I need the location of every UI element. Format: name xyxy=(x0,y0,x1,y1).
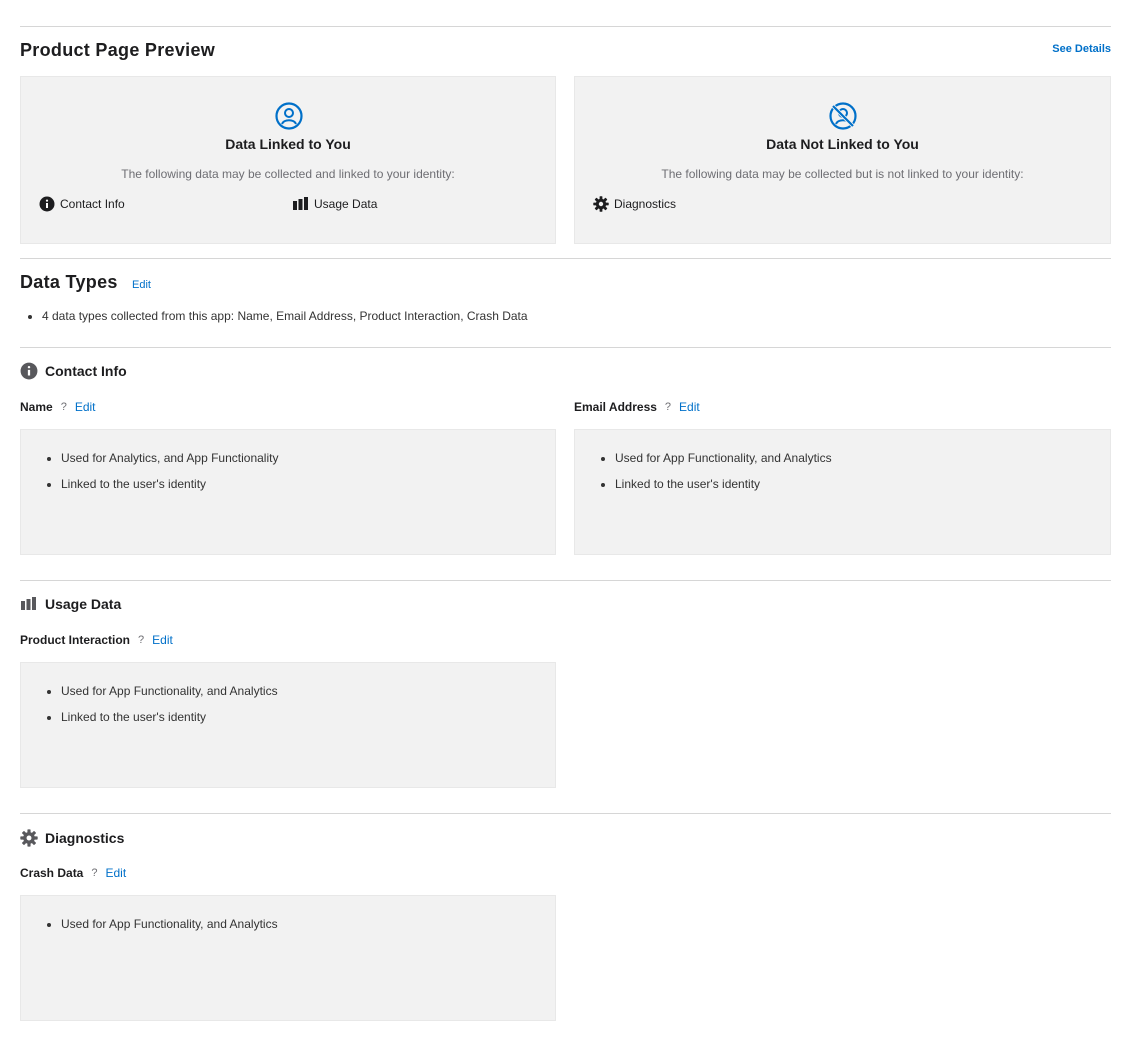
usage-item: Used for App Functionality, and Analytic… xyxy=(61,917,555,931)
field-label-name: Name xyxy=(20,400,53,414)
help-icon[interactable]: ? xyxy=(138,634,144,646)
email-edit-link[interactable]: Edit xyxy=(679,400,700,414)
data-types-edit-link[interactable]: Edit xyxy=(132,279,151,291)
see-details-link[interactable]: See Details xyxy=(1052,43,1111,55)
divider xyxy=(20,580,1111,581)
divider xyxy=(20,813,1111,814)
section-contact-info: Contact Info xyxy=(20,362,127,380)
bar-chart-icon xyxy=(293,197,308,210)
data-linked-description: The following data may be collected and … xyxy=(121,167,455,181)
section-usage-data: Usage Data xyxy=(20,596,121,612)
crash-data-usage-panel: Used for App Functionality, and Analytic… xyxy=(20,895,556,1021)
section-title: Diagnostics xyxy=(45,830,125,846)
data-types-title: Data Types xyxy=(20,272,118,292)
not-linked-category-label: Diagnostics xyxy=(614,197,677,211)
linked-category-label: Contact Info xyxy=(60,197,125,211)
info-circle-icon xyxy=(20,362,38,380)
gear-icon xyxy=(20,829,38,847)
field-name-label: Name ? Edit xyxy=(20,400,96,414)
divider xyxy=(20,258,1111,259)
product-interaction-usage-panel: Used for App Functionality, and Analytic… xyxy=(20,662,556,788)
field-email-label: Email Address ? Edit xyxy=(574,400,700,414)
usage-item: Used for App Functionality, and Analytic… xyxy=(61,684,555,698)
info-circle-icon xyxy=(39,196,55,212)
usage-item: Linked to the user's identity xyxy=(615,477,1110,491)
bar-chart-icon xyxy=(21,597,36,610)
page-title: Product Page Preview xyxy=(20,40,216,60)
crash-data-edit-link[interactable]: Edit xyxy=(105,866,126,880)
help-icon[interactable]: ? xyxy=(91,867,97,879)
data-not-linked-description: The following data may be collected but … xyxy=(661,167,1024,181)
field-label-name: Product Interaction xyxy=(20,633,131,647)
data-linked-panel: Data Linked to You The following data ma… xyxy=(20,76,556,244)
usage-item: Used for Analytics, and App Functionalit… xyxy=(61,451,555,465)
gear-icon xyxy=(593,196,609,212)
help-icon[interactable]: ? xyxy=(665,401,671,413)
field-crash-data-label: Crash Data ? Edit xyxy=(20,866,126,880)
usage-item: Linked to the user's identity xyxy=(61,710,555,724)
help-icon[interactable]: ? xyxy=(61,401,67,413)
linked-category-usage-data: Usage Data xyxy=(293,197,377,211)
data-linked-title: Data Linked to You xyxy=(225,136,351,152)
field-product-interaction-label: Product Interaction ? Edit xyxy=(20,633,173,647)
person-circle-icon xyxy=(275,102,303,130)
divider xyxy=(20,347,1111,348)
not-linked-category-diagnostics: Diagnostics xyxy=(593,196,676,212)
usage-item: Used for App Functionality, and Analytic… xyxy=(615,451,1110,465)
product-interaction-edit-link[interactable]: Edit xyxy=(152,633,173,647)
name-edit-link[interactable]: Edit xyxy=(75,400,96,414)
top-divider xyxy=(20,26,1111,27)
field-label-name: Email Address xyxy=(574,400,657,414)
section-title: Contact Info xyxy=(45,363,127,379)
section-diagnostics: Diagnostics xyxy=(20,829,124,847)
section-title: Usage Data xyxy=(45,596,122,612)
linked-category-contact-info: Contact Info xyxy=(39,196,125,212)
data-not-linked-title: Data Not Linked to You xyxy=(766,136,919,152)
name-usage-panel: Used for Analytics, and App Functionalit… xyxy=(20,429,556,555)
linked-category-label: Usage Data xyxy=(314,197,378,211)
field-label-name: Crash Data xyxy=(20,866,84,880)
data-not-linked-panel: Data Not Linked to You The following dat… xyxy=(574,76,1111,244)
data-types-summary-item: 4 data types collected from this app: Na… xyxy=(42,309,528,323)
data-types-summary: 4 data types collected from this app: Na… xyxy=(20,309,528,323)
person-slash-icon xyxy=(829,102,857,130)
usage-item: Linked to the user's identity xyxy=(61,477,555,491)
email-usage-panel: Used for App Functionality, and Analytic… xyxy=(574,429,1111,555)
